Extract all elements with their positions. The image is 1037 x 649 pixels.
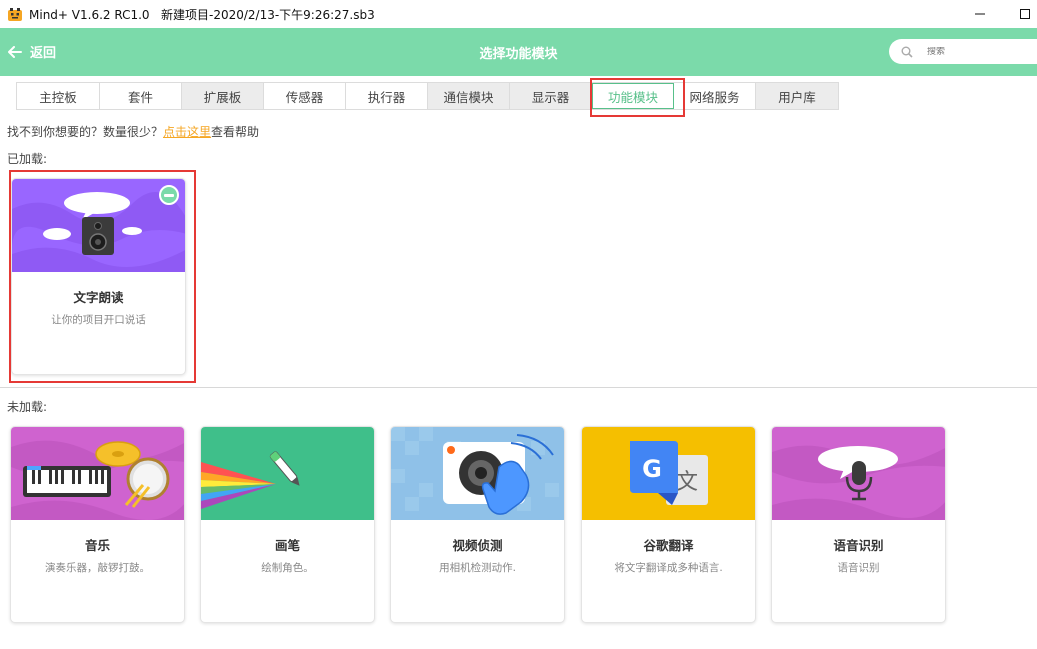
tab-communication[interactable]: 通信模块: [428, 83, 510, 109]
tab-kits[interactable]: 套件: [100, 83, 182, 109]
svg-text:G: G: [642, 455, 662, 483]
microphone-icon: [772, 445, 945, 520]
extension-description: 绘制角色。: [261, 562, 314, 574]
extension-card-music[interactable]: 音乐 演奏乐器，敲锣打鼓。: [10, 426, 185, 623]
window-title: Mind+ V1.6.2 RC1.0 新建项目-2020/2/13-下午9:26…: [29, 7, 375, 22]
help-link[interactable]: 点击这里: [163, 125, 211, 139]
video-camera-hand-icon: [391, 427, 559, 515]
svg-text:文: 文: [676, 470, 698, 495]
extension-description: 演奏乐器，敲锣打鼓。: [45, 562, 150, 574]
active-tab-highlight: [590, 78, 685, 117]
translate-icon: 文 G: [630, 441, 708, 505]
window-titlebar: Mind+ V1.6.2 RC1.0 新建项目-2020/2/13-下午9:26…: [0, 0, 1037, 28]
search-input[interactable]: [927, 46, 1027, 57]
tab-actuators[interactable]: 执行器: [346, 83, 428, 109]
extension-card-google-translate[interactable]: 文 G 谷歌翻译 将文字翻译成多种语言.: [581, 426, 756, 623]
minimize-icon: [975, 13, 985, 15]
google-translate-cover: 文 G: [582, 427, 755, 520]
category-tabs: 主控板 套件 扩展板 传感器 执行器 通信模块 显示器 功能模块 网络服务 用户…: [16, 82, 839, 110]
tab-network-services[interactable]: 网络服务: [674, 83, 756, 109]
tab-mainboard[interactable]: 主控板: [17, 83, 100, 109]
video-sensing-cover: [391, 427, 564, 520]
speech-recognition-cover: [772, 427, 945, 520]
loaded-section-label: 已加载:: [7, 152, 48, 166]
mindplus-logo-icon: [8, 8, 22, 21]
extension-description: 语音识别: [837, 562, 880, 574]
extension-name: 视频侦测: [452, 538, 503, 553]
search-box[interactable]: [889, 39, 1037, 64]
tab-sensors[interactable]: 传感器: [264, 83, 346, 109]
help-line: 找不到你想要的？数量很少？点击这里查看帮助: [7, 123, 259, 140]
extension-name: 语音识别: [833, 538, 884, 553]
extension-card-pen[interactable]: 画笔 绘制角色。: [200, 426, 375, 623]
tab-expansion-board[interactable]: 扩展板: [182, 83, 264, 109]
extension-name: 谷歌翻译: [643, 538, 694, 553]
extension-name: 音乐: [84, 538, 110, 553]
pen-cover: [201, 427, 374, 520]
extension-name: 画笔: [274, 538, 300, 553]
tab-user-library[interactable]: 用户库: [756, 83, 838, 109]
header-bar: 返回 选择功能模块: [0, 28, 1037, 76]
help-prefix: 找不到你想要的？数量很少？: [7, 125, 164, 139]
section-divider: [0, 387, 1037, 388]
extension-description: 将文字翻译成多种语言.: [614, 562, 723, 574]
maximize-icon: [1020, 9, 1030, 19]
page-title: 选择功能模块: [479, 47, 558, 62]
search-icon: [901, 46, 913, 58]
music-instruments-icon: [11, 440, 184, 520]
extension-card-video-sensing[interactable]: 视频侦测 用相机检测动作.: [390, 426, 565, 623]
loaded-card-highlight: [9, 170, 196, 383]
extension-card-speech-recognition[interactable]: 语音识别 语音识别: [771, 426, 946, 623]
unloaded-section-label: 未加载:: [7, 400, 48, 414]
music-cover: [11, 427, 184, 520]
extension-description: 用相机检测动作.: [439, 562, 516, 574]
maximize-button[interactable]: [1015, 4, 1035, 24]
minimize-button[interactable]: [970, 4, 990, 24]
pen-rainbow-icon: [201, 451, 300, 509]
tab-display[interactable]: 显示器: [510, 83, 592, 109]
help-suffix: 查看帮助: [211, 125, 260, 139]
